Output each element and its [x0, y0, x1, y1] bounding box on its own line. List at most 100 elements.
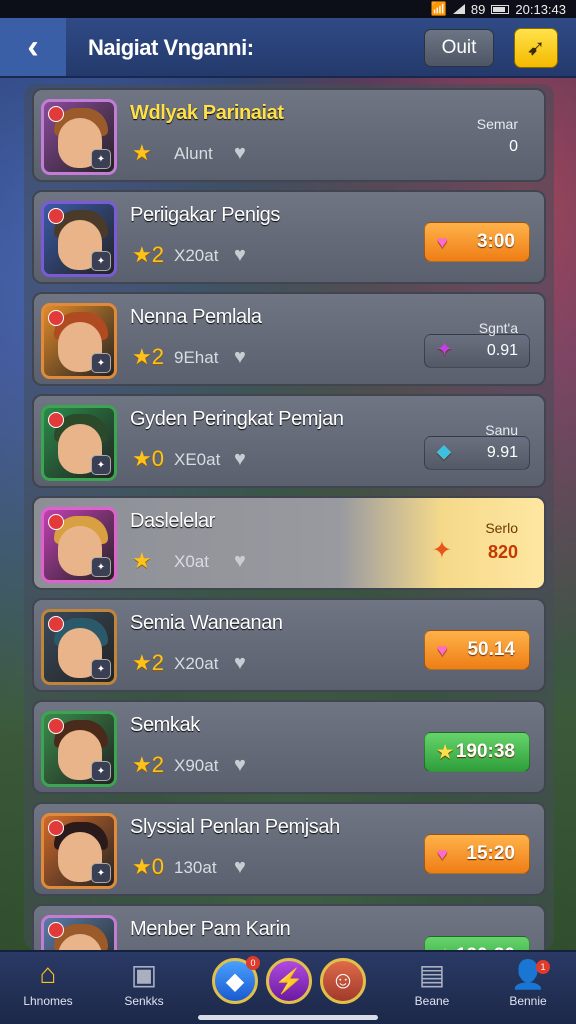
reward-button[interactable]: ♥ 50.14: [424, 630, 530, 670]
nav-home[interactable]: ⌂ Lhnomes: [8, 958, 88, 1008]
emblem-icon: ✦: [91, 353, 111, 373]
player-name: Gyden Peringkat Pemjan: [130, 408, 344, 430]
player-name: Wdlyak Parinaiat: [130, 102, 284, 124]
heart-icon: ♥: [234, 142, 246, 164]
player-name: Nenna Pemlala: [130, 306, 262, 328]
player-avatar: ✦: [41, 201, 117, 277]
emblem-icon: ✦: [91, 761, 111, 781]
player-row[interactable]: ✦ Semia Waneanan ★2 X20at ♥ ♥ 50.14: [32, 598, 546, 692]
nav-profile[interactable]: 👤 Bennie: [488, 958, 568, 1008]
score-label: Semar: [476, 116, 518, 132]
player-row[interactable]: ✦ Wdlyak Parinaiat ★ Alunt ♥ Semar 0: [32, 88, 546, 182]
player-row[interactable]: ✦ Semkak ★2 X90at ♥ ★ 190:38: [32, 700, 546, 794]
heart-icon: ♥: [437, 640, 448, 660]
page-title: Naigiat Vnganni:: [88, 35, 254, 60]
player-name: Daslelelar: [130, 510, 215, 532]
hero-avatar-icon: ☺: [330, 967, 356, 994]
out-button[interactable]: Ouit: [424, 29, 494, 67]
battery-icon: [491, 4, 510, 14]
player-name: Slyssial Penlan Pemjsah: [130, 816, 340, 838]
player-stat: X20at: [174, 654, 219, 673]
rank-badge-icon: [48, 922, 64, 938]
rank-badge-icon: [48, 208, 64, 224]
star-icon: ★: [437, 742, 454, 762]
player-avatar: ✦: [41, 915, 117, 950]
leaderboard-list[interactable]: ✦ Wdlyak Parinaiat ★ Alunt ♥ Semar 0 ✦ Periigaka…: [24, 84, 554, 950]
score-value: 820: [487, 542, 518, 562]
hero-button[interactable]: ☺: [320, 958, 366, 1004]
reward-value: 50.14: [467, 639, 515, 660]
star-rank-icon: ★: [132, 548, 152, 573]
heart-icon: ♥: [437, 844, 448, 864]
heart-icon: ♥: [234, 448, 246, 470]
player-avatar: ✦: [41, 609, 117, 685]
score-label: Serlo: [485, 520, 518, 536]
player-stat: X20at: [174, 246, 219, 265]
player-stat: X90at: [174, 756, 219, 775]
wifi-icon: 📶: [430, 1, 447, 16]
emblem-icon: ✦: [91, 455, 111, 475]
player-name: Semkak: [130, 714, 200, 736]
player-avatar: ✦: [41, 303, 117, 379]
reward-button[interactable]: ♥ 3:00: [424, 222, 530, 262]
back-button[interactable]: ‹: [0, 18, 66, 76]
heart-icon: ♥: [234, 856, 246, 878]
rank-badge-icon: [48, 718, 64, 734]
score-value: 0.91: [486, 342, 518, 359]
player-row[interactable]: ✦ Nenna Pemlala ★2 9Ehat ♥ ✦ Sgnt'a 0.91: [32, 292, 546, 386]
player-stat: X0at: [174, 552, 209, 571]
nav-bag-label: Beane: [414, 994, 450, 1008]
rank-badge-icon: [48, 616, 64, 632]
rank-badge-icon: [48, 412, 64, 428]
reward-button[interactable]: ♥ 15:20: [424, 834, 530, 874]
player-row[interactable]: ✦ Gyden Peringkat Pemjan ★0 XE0at ♥ ◆ Sanu 9.91: [32, 394, 546, 488]
heart-icon: ♥: [234, 346, 246, 368]
home-icon: ⌂: [39, 958, 57, 989]
heart-icon: ♥: [234, 754, 246, 776]
player-name: Menber Pam Karin: [130, 918, 291, 940]
star-rank-icon: ★: [132, 140, 152, 165]
gem-icon: ✦: [437, 339, 453, 359]
play-button[interactable]: ⚡: [266, 958, 312, 1004]
player-row[interactable]: ✦ Periigakar Penigs ★2 X20at ♥ ♥ 3:00: [32, 190, 546, 284]
heart-icon: ♥: [437, 232, 448, 252]
nav-shop[interactable]: ▣ Senkks: [104, 958, 184, 1008]
star-rank-icon: ★2: [132, 344, 164, 369]
home-indicator: [198, 1015, 378, 1020]
reward-value: 3:00: [476, 231, 515, 252]
player-row[interactable]: ✦ Slyssial Penlan Pemjsah ★0 130at ♥ ♥ 15:20: [32, 802, 546, 896]
player-row[interactable]: ✦ Daslelelar ★ X0at ♥ ✦ Serlo 820: [32, 496, 546, 590]
player-name: Semia Waneanan: [130, 612, 283, 634]
profile-icon: 👤: [510, 959, 546, 990]
reward-button[interactable]: ★ 190:38: [424, 732, 530, 772]
emblem-icon: ✦: [91, 863, 111, 883]
heart-icon: ♥: [234, 244, 246, 266]
reward-button[interactable]: ★120:30: [424, 936, 530, 950]
nav-bag[interactable]: ▤ Beane: [392, 958, 472, 1008]
reward-value: 15:20: [466, 843, 515, 864]
reward-icon: ✦: [431, 537, 452, 564]
top-bar: ‹ Naigiat Vnganni: Ouit ➹: [0, 18, 576, 78]
star-rank-icon: ★2: [132, 242, 164, 267]
status-bar: 📶 89 20:13:43: [0, 0, 576, 18]
player-stat: Alunt: [174, 144, 213, 163]
score-label: Sgnt'a: [478, 320, 518, 336]
player-stat: XE0at: [174, 450, 221, 469]
signal-icon: [452, 4, 465, 14]
bottom-navigation: ⌂ Lhnomes ▣ Senkks ◆ 0 ⚡ ☺ ▤ Beane 👤 Ben…: [0, 950, 576, 1024]
profile-badge: 1: [536, 960, 550, 974]
bag-icon: ▤: [418, 959, 446, 990]
player-avatar: ✦: [41, 711, 117, 787]
nav-profile-label: Bennie: [509, 994, 547, 1008]
gem-icon: ◆: [437, 441, 451, 461]
player-stat: 9Ehat: [174, 348, 219, 367]
heart-icon: ♥: [234, 652, 246, 674]
rank-badge-icon: [48, 820, 64, 836]
nav-home-label: Lhnomes: [23, 994, 73, 1008]
player-row[interactable]: ✦ Menber Pam Karin ★120:30: [32, 904, 546, 950]
heart-icon: ♥: [234, 550, 246, 572]
pin-button[interactable]: ➹: [514, 28, 558, 68]
rank-badge-icon: [48, 106, 64, 122]
notification-badge: 0: [246, 956, 260, 970]
gem-icon: ◆: [225, 967, 245, 995]
